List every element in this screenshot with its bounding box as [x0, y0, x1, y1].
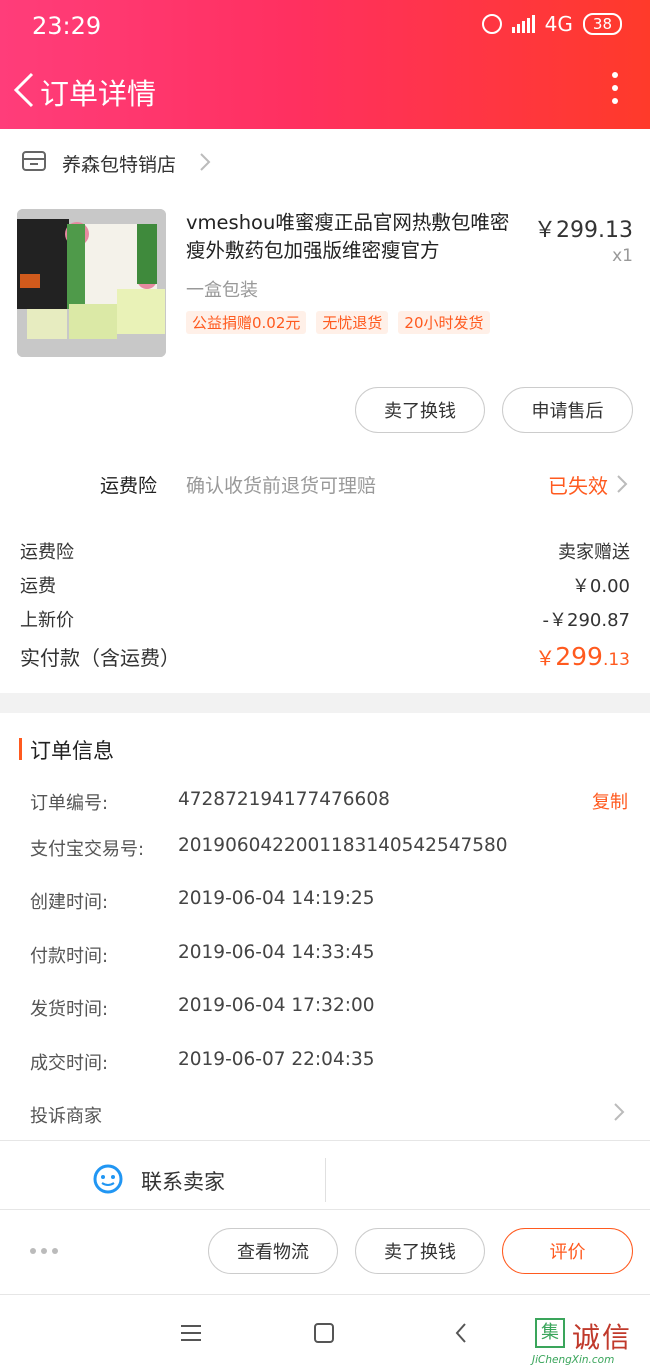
review-button[interactable]: 评价: [502, 1228, 633, 1274]
watermark-brand: 诚信: [572, 1321, 633, 1354]
alarm-icon: [481, 14, 502, 34]
divider: [0, 1209, 650, 1210]
after-sale-button[interactable]: 申请售后: [502, 387, 633, 433]
status-icons: 4G 38: [481, 12, 622, 36]
summary-value: 卖家赠送: [558, 542, 630, 563]
watermark-logo: 集 诚信 JiChengXin.com: [532, 1316, 647, 1370]
info-label: 支付宝交易号:: [30, 839, 145, 860]
summary-label: 运费险: [20, 542, 74, 563]
order-info-title: 订单信息: [30, 739, 114, 763]
watermark-domain: JiChengXin.com: [532, 1354, 615, 1366]
order-number: 472872194177476608: [178, 789, 390, 810]
contact-seller-button[interactable]: 联系卖家: [141, 1166, 225, 1196]
summary-value: ￥0.00: [571, 576, 630, 597]
summary-row: 上新价 -￥290.87: [20, 606, 630, 632]
info-label: 订单编号:: [30, 793, 109, 814]
summary-row: 运费险 卖家赠送: [20, 538, 630, 564]
product-quantity: x1: [612, 246, 633, 266]
insurance-description: 确认收货前退货可理赔: [186, 475, 377, 497]
store-icon: [22, 151, 46, 171]
more-icon[interactable]: [612, 72, 618, 104]
chevron-right-icon: [614, 1103, 625, 1121]
total-decimal: .13: [602, 650, 630, 670]
back-nav-icon[interactable]: [455, 1322, 467, 1344]
status-time: 23:29: [32, 12, 102, 40]
product-spec: 一盒包装: [186, 280, 258, 301]
sell-for-cash-button[interactable]: 卖了换钱: [355, 387, 485, 433]
signal-icon: [511, 15, 535, 33]
product-tag: 20小时发货: [398, 311, 490, 334]
section-accent-bar: [19, 738, 22, 760]
product-tag: 无忧退货: [316, 311, 389, 334]
shop-row[interactable]: 养森包特销店: [0, 129, 650, 195]
total-row: 实付款（含运费） ￥299.13: [20, 642, 630, 671]
watermark-box: 集: [535, 1318, 565, 1348]
info-label: 创建时间:: [30, 892, 109, 913]
product-image[interactable]: [17, 209, 166, 357]
page-title: 订单详情: [40, 77, 157, 111]
product-tag: 公益捐赠0.02元: [186, 311, 307, 334]
completed-time: 2019-06-07 22:04:35: [178, 1049, 375, 1070]
info-label: 付款时间:: [30, 946, 109, 967]
product-name[interactable]: vmeshou唯蜜瘦正品官网热敷包唯密瘦外敷药包加强版维密瘦官方: [186, 209, 526, 265]
total-integer: 299: [555, 642, 603, 671]
divider: [0, 1140, 650, 1141]
chevron-right-icon: [200, 153, 211, 171]
summary-label: 运费: [20, 576, 56, 597]
alipay-trade-number: 2019060422001183140542547580: [178, 835, 508, 856]
summary-row: 运费 ￥0.00: [20, 572, 630, 598]
more-dots-icon[interactable]: [30, 1248, 58, 1254]
total-label: 实付款（含运费）: [20, 646, 180, 670]
info-label: 发货时间:: [30, 999, 109, 1020]
insurance-status[interactable]: 已失效: [548, 470, 608, 499]
summary-label: 上新价: [20, 610, 74, 631]
navbar: 订单详情: [0, 54, 650, 129]
insurance-label: 运费险: [100, 475, 158, 497]
divider-vertical: [325, 1158, 326, 1202]
info-label: 成交时间:: [30, 1053, 109, 1074]
home-icon[interactable]: [314, 1323, 334, 1343]
chat-face-icon[interactable]: [92, 1163, 124, 1195]
status-bar: 23:29 4G 38: [0, 0, 650, 54]
total-value: ￥299.13: [535, 642, 630, 671]
divider: [0, 1294, 650, 1295]
chevron-right-icon: [617, 475, 628, 493]
sell-for-cash-button[interactable]: 卖了换钱: [355, 1228, 485, 1274]
back-icon[interactable]: [12, 70, 36, 110]
view-logistics-button[interactable]: 查看物流: [208, 1228, 338, 1274]
paid-time: 2019-06-04 14:33:45: [178, 942, 375, 963]
header: 23:29 4G 38 订单详情: [0, 0, 650, 129]
complain-seller-link[interactable]: 投诉商家: [30, 1102, 102, 1128]
recent-apps-icon[interactable]: [181, 1325, 201, 1346]
created-time: 2019-06-04 14:19:25: [178, 888, 375, 909]
shop-name: 养森包特销店: [62, 154, 177, 176]
product-tags: 公益捐赠0.02元 无忧退货 20小时发货: [186, 311, 490, 334]
network-type: 4G: [544, 12, 573, 36]
product-price: ￥299.13: [534, 218, 633, 243]
section-gap: [0, 693, 650, 713]
battery-icon: 38: [582, 13, 622, 35]
summary-value: -￥290.87: [542, 610, 630, 631]
shipped-time: 2019-06-04 17:32:00: [178, 995, 375, 1016]
copy-button[interactable]: 复制: [592, 788, 628, 814]
total-currency: ￥: [535, 646, 556, 670]
